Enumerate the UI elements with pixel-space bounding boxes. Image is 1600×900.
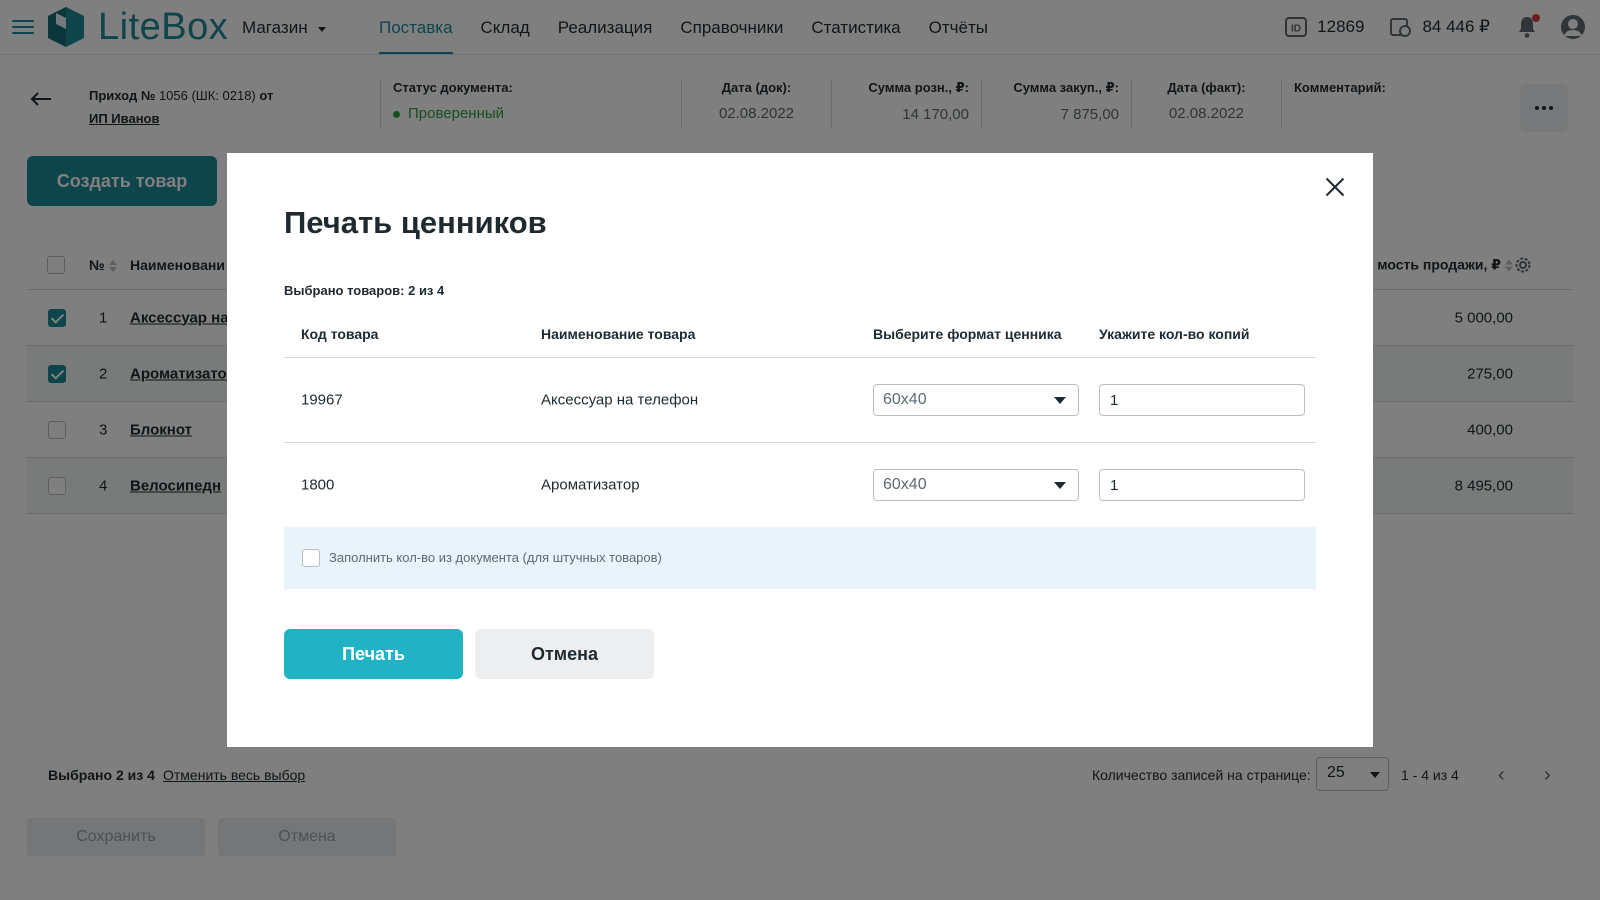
price-tags-header: Код товара Наименование товара Выберите … [284,310,1316,358]
col-copies: Укажите кол-во копий [1099,325,1250,342]
format-value: 60x40 [883,476,927,493]
col-code: Код товара [301,325,379,342]
format-value: 60x40 [883,391,927,408]
col-format: Выберите формат ценника [873,325,1062,342]
price-tags-table: Код товара Наименование товара Выберите … [284,310,1316,528]
product-code: 19967 [301,391,343,409]
print-labels-modal: Печать ценников Выбрано товаров: 2 из 4 … [227,153,1373,747]
print-button[interactable]: Печать [284,629,463,679]
product-code: 1800 [301,476,335,494]
close-icon[interactable] [1325,177,1345,197]
format-select[interactable]: 60x40 [873,469,1079,501]
fill-from-document-checkbox[interactable] [302,549,320,567]
format-select[interactable]: 60x40 [873,384,1079,416]
selected-products-info: Выбрано товаров: 2 из 4 [284,283,445,298]
fill-from-document-label[interactable]: Заполнить кол-во из документа (для штучн… [329,550,662,565]
price-tag-row: 1800 Ароматизатор 60x40 [284,443,1316,528]
modal-cancel-button[interactable]: Отмена [475,629,654,679]
modal-title: Печать ценников [284,205,547,240]
copies-input[interactable] [1099,469,1305,501]
product-name: Ароматизатор [541,476,640,494]
product-name: Аксессуар на телефон [541,391,699,409]
price-tag-row: 19967 Аксессуар на телефон 60x40 [284,358,1316,443]
copies-input[interactable] [1099,384,1305,416]
col-product-name: Наименование товара [541,325,696,342]
chevron-down-icon [1054,482,1066,489]
fill-from-document-option: Заполнить кол-во из документа (для штучн… [284,527,1316,589]
chevron-down-icon [1054,397,1066,404]
